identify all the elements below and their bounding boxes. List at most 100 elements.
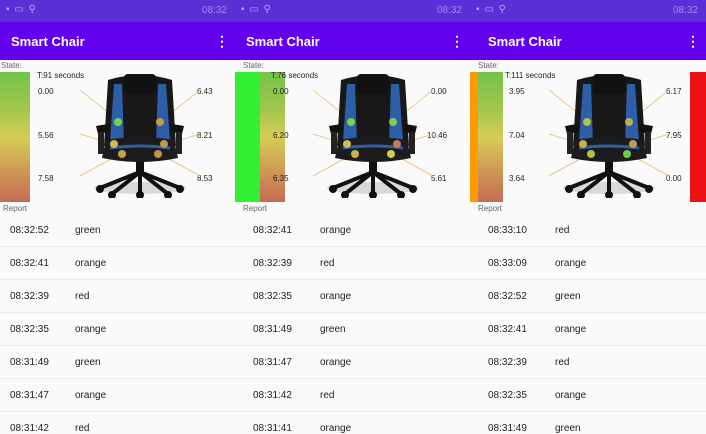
overflow-menu-icon[interactable]: ⋮ [450,33,464,50]
row-status: orange [555,390,587,401]
row-status: red [555,225,570,236]
list-item[interactable]: 08:33:10 red [470,214,706,247]
sensor-dot [629,140,637,148]
report-list[interactable]: 08:32:52 green 08:32:41 orange 08:32:39 red… [0,214,235,434]
sensor-dot [110,140,118,148]
list-item[interactable]: 08:32:35 orange [0,313,235,346]
state-label: State: [243,61,264,70]
status-bar: ▪ ▭ ⚲ 08:32 [470,0,706,22]
row-status: green [555,291,581,302]
row-status: red [75,291,90,302]
list-item[interactable]: 08:31:47 orange [235,346,470,379]
list-item[interactable]: 08:32:39 red [470,346,706,379]
row-time: 08:32:35 [488,390,527,401]
row-time: 08:31:49 [488,423,527,434]
report-list[interactable]: 08:32:41 orange 08:32:39 red 08:32:35 orang… [235,214,470,434]
list-item[interactable]: 08:31:42 red [235,379,470,412]
phone-panel-2: ▪ ▭ ⚲ 08:32 Smart Chair ⋮ State: T:76 se… [235,0,470,434]
sensor-dot [389,118,397,126]
chair-diagram [80,72,200,198]
sensor-dot [625,118,633,126]
list-item[interactable]: 08:31:47 orange [0,379,235,412]
row-time: 08:32:52 [488,291,527,302]
sensor-dot [393,140,401,148]
row-status: orange [75,390,107,401]
sensor-left-1: 0.00 [273,87,289,96]
row-time: 08:31:47 [10,390,49,401]
status-icons: ▪ ▭ ⚲ [241,4,272,15]
list-item[interactable]: 08:31:49 green [470,412,706,434]
row-time: 08:32:41 [488,324,527,335]
sensor-dot [387,150,395,158]
row-status: green [320,324,346,335]
list-item[interactable]: 08:31:41 orange [235,412,470,434]
list-item[interactable]: 08:31:42 red [0,412,235,434]
row-status: red [555,357,570,368]
row-status: orange [320,423,352,434]
sensor-right-3: 5.61 [431,174,447,183]
sensor-left-1: 0.00 [38,87,54,96]
timer-text: T:91 seconds [37,71,85,80]
app-bar: Smart Chair ⋮ [470,22,706,60]
sensor-left-2: 7.04 [509,131,525,140]
row-status: orange [555,324,587,335]
list-item[interactable]: 08:31:49 green [0,346,235,379]
app-bar: Smart Chair ⋮ [0,22,235,60]
sensor-dot [351,150,359,158]
list-item[interactable]: 08:32:35 orange [470,379,706,412]
row-time: 08:31:42 [10,423,49,434]
row-status: green [75,225,101,236]
status-bar: ▪ ▭ ⚲ 08:32 [0,0,235,22]
report-list[interactable]: 08:33:10 red 08:33:09 orange 08:32:52 green… [470,214,706,434]
sensor-dot [154,150,162,158]
row-time: 08:32:35 [10,324,49,335]
app-title: Smart Chair [11,34,85,49]
list-item[interactable]: 08:31:49 green [235,313,470,346]
sensor-left-3: 7.58 [38,174,54,183]
sensor-dot [587,150,595,158]
status-icons: ▪ ▭ ⚲ [6,4,37,15]
app-title: Smart Chair [488,34,562,49]
sensor-left-3: 6.35 [273,174,289,183]
sensor-left-2: 5.56 [38,131,54,140]
row-status: red [320,390,335,401]
state-indicator [470,72,478,202]
sensor-dot [623,150,631,158]
row-status: orange [320,291,352,302]
status-time: 08:32 [672,5,698,16]
row-time: 08:31:47 [253,357,292,368]
list-item[interactable]: 08:32:41 orange [470,313,706,346]
list-item[interactable]: 08:32:35 orange [235,280,470,313]
list-item[interactable]: 08:32:41 orange [235,214,470,247]
sensor-dot [160,140,168,148]
sensor-dot [118,150,126,158]
status-icons: ▪ ▭ ⚲ [476,4,507,15]
status-time: 08:32 [201,5,227,16]
pressure-scale [478,72,503,202]
state-label: State: [1,61,22,70]
overflow-menu-icon[interactable]: ⋮ [686,33,700,50]
row-time: 08:32:35 [253,291,292,302]
chair-diagram [313,72,433,198]
timer-text: T:76 seconds [271,71,319,80]
list-item[interactable]: 08:33:09 orange [470,247,706,280]
list-item[interactable]: 08:32:39 red [0,280,235,313]
row-status: orange [75,324,107,335]
state-indicator-right [690,72,706,202]
row-time: 08:31:42 [253,390,292,401]
report-label: Report [3,204,28,213]
list-item[interactable]: 08:32:39 red [235,247,470,280]
row-status: orange [320,357,352,368]
sensor-dot [156,118,164,126]
list-item[interactable]: 08:32:41 orange [0,247,235,280]
row-status: orange [555,258,587,269]
chair-diagram [549,72,669,198]
row-time: 08:31:49 [253,324,292,335]
sensor-dot [343,140,351,148]
row-time: 08:31:41 [253,423,292,434]
list-item[interactable]: 08:32:52 green [470,280,706,313]
list-item[interactable]: 08:32:52 green [0,214,235,247]
row-time: 08:32:39 [253,258,292,269]
sensor-dot [579,140,587,148]
overflow-menu-icon[interactable]: ⋮ [215,33,229,50]
